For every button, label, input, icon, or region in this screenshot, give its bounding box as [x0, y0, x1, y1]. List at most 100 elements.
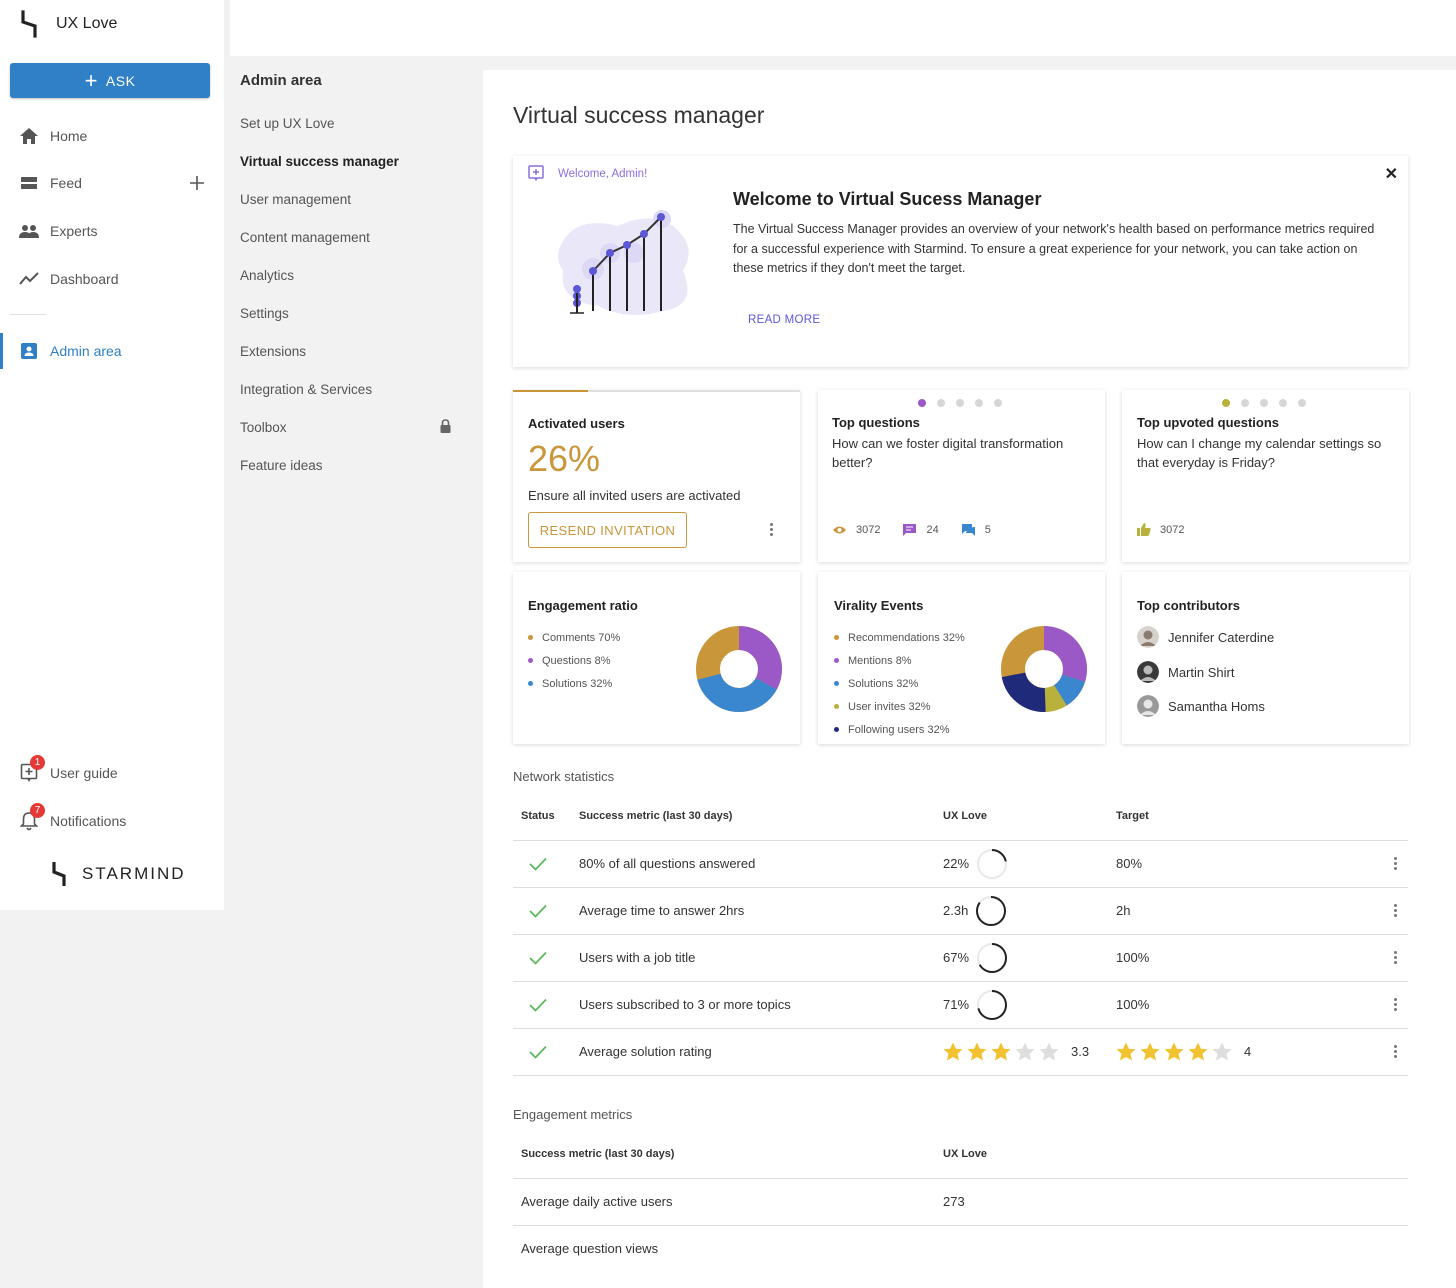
column-header-target: Target [1108, 793, 1408, 841]
legend-dot [528, 635, 533, 640]
column-header-ux-love: UX Love [935, 793, 1108, 841]
table-row[interactable]: Users subscribed to 3 or more topics 71% 1… [513, 981, 1408, 1029]
check-icon [529, 951, 547, 965]
carousel-dots[interactable] [1222, 399, 1306, 407]
subnav-feature-ideas[interactable]: Feature ideas [240, 458, 450, 473]
top-upvoted-title: Top upvoted questions [1137, 415, 1280, 430]
target-value: 80% [1116, 856, 1143, 871]
carousel-dot[interactable] [1279, 399, 1287, 407]
more-vert-icon[interactable] [1394, 902, 1398, 919]
nav-feed[interactable]: Feed [18, 168, 218, 198]
star-filled-icon [967, 1042, 987, 1061]
engagement-legend: Comments 70% Questions 8% Solutions 32% [528, 626, 620, 695]
more-vert-icon[interactable] [770, 521, 774, 538]
legend-dot [834, 658, 839, 663]
subnav-analytics[interactable]: Analytics [240, 268, 450, 283]
contributor-name: Martin Shirt [1168, 664, 1235, 680]
subnav-setup[interactable]: Set up UX Love [240, 116, 450, 131]
contributor-item[interactable]: Jennifer Caterdine [1137, 626, 1274, 648]
top-upvoted-card: Top upvoted questions How can I change m… [1122, 390, 1409, 562]
carousel-dot[interactable] [956, 399, 964, 407]
ux-love-cell: 22% [935, 840, 1108, 888]
question-stats: 3072 24 5 [832, 523, 1013, 537]
more-vert-icon[interactable] [1394, 949, 1398, 966]
more-vert-icon[interactable] [1394, 1043, 1398, 1060]
table-row[interactable]: Average question views [513, 1225, 1408, 1272]
app-brand[interactable]: UX Love [18, 10, 117, 38]
table-row[interactable]: Average daily active users 273 [513, 1178, 1408, 1226]
subnav-user-management[interactable]: User management [240, 192, 450, 207]
carousel-dot-active[interactable] [1222, 399, 1230, 407]
table-row[interactable]: 80% of all questions answered 22% 80% [513, 840, 1408, 888]
carousel-dot[interactable] [937, 399, 945, 407]
activated-desc: Ensure all invited users are activated [528, 488, 741, 503]
contributor-item[interactable]: Martin Shirt [1137, 661, 1234, 683]
close-icon[interactable]: ✕ [1385, 164, 1398, 184]
subnav-extensions[interactable]: Extensions [240, 344, 450, 359]
contributor-item[interactable]: Samantha Homs [1137, 695, 1265, 717]
carousel-dot[interactable] [1298, 399, 1306, 407]
top-questions-card: Top questions How can we foster digital … [818, 390, 1105, 562]
legend-item: Mentions 8% [834, 649, 965, 672]
nav-experts-label: Experts [50, 223, 98, 239]
target-value: 2h [1116, 903, 1131, 918]
legend-label: Questions 8% [542, 654, 611, 667]
value-cell [935, 1225, 1408, 1272]
page-title: Virtual success manager [513, 102, 765, 128]
activation-progress-fill [513, 390, 588, 392]
read-more-link[interactable]: READ MORE [748, 314, 820, 326]
guide-icon [528, 165, 544, 181]
nav-user-guide[interactable]: User guide [18, 758, 218, 788]
admin-icon [18, 340, 40, 362]
subnav-integration[interactable]: Integration & Services [240, 382, 450, 397]
column-header-ux-love: UX Love [935, 1131, 1408, 1179]
subnav-toolbox[interactable]: Toolbox [240, 419, 451, 435]
status-cell [513, 981, 571, 1029]
top-question-text[interactable]: How can we foster digital transformation… [832, 434, 1092, 472]
activation-progress-track [513, 390, 800, 392]
table-row[interactable]: Users with a job title 67% 100% [513, 934, 1408, 982]
active-indicator [0, 333, 3, 369]
status-cell [513, 934, 571, 982]
progress-ring-icon [976, 895, 1007, 926]
table-header-row: Success metric (last 30 days) UX Love [513, 1131, 1408, 1179]
nav-home-label: Home [50, 128, 88, 144]
nav-notifications[interactable]: Notifications [18, 806, 218, 836]
nav-home[interactable]: Home [18, 121, 218, 151]
ask-label: ASK [105, 72, 136, 89]
carousel-dots[interactable] [918, 399, 1002, 407]
target-cell: 2h [1108, 887, 1408, 935]
column-header-metric: Success metric (last 30 days) [571, 793, 935, 841]
add-feed-icon[interactable] [190, 176, 204, 190]
more-vert-icon[interactable] [1394, 855, 1398, 872]
carousel-dot[interactable] [1260, 399, 1268, 407]
table-row[interactable]: Average solution rating 3.3 4 [513, 1028, 1408, 1076]
carousel-dot-active[interactable] [918, 399, 926, 407]
nav-admin-label: Admin area [50, 343, 122, 359]
subnav-settings[interactable]: Settings [240, 306, 450, 321]
welcome-body: The Virtual Success Manager provides an … [733, 222, 1375, 275]
carousel-dot[interactable] [975, 399, 983, 407]
upvotes-count: 3072 [1160, 523, 1185, 536]
more-vert-icon[interactable] [1394, 996, 1398, 1013]
engagement-donut-chart [696, 626, 782, 712]
nav-admin-area[interactable]: Admin area [18, 336, 218, 366]
nav-experts[interactable]: Experts [18, 216, 218, 246]
value-cell: 273 [935, 1178, 1408, 1226]
carousel-dot[interactable] [1241, 399, 1249, 407]
ask-button[interactable]: + ASK [10, 63, 210, 98]
subnav-virtual-success-manager[interactable]: Virtual success manager [240, 154, 450, 169]
target-cell: 100% [1108, 934, 1408, 982]
nav-dashboard[interactable]: Dashboard [18, 264, 218, 294]
welcome-card: Welcome, Admin! ✕ Welcome to Virtual Suc… [513, 156, 1408, 367]
notifications-label: Notifications [50, 813, 127, 829]
top-upvoted-text[interactable]: How can I change my calendar settings so… [1137, 434, 1397, 472]
table-row[interactable]: Average time to answer 2hrs 2.3h 2h [513, 887, 1408, 935]
legend-dot [528, 681, 533, 686]
resend-invitation-button[interactable]: RESEND INVITATION [528, 512, 687, 548]
comments-count: 24 [926, 524, 939, 536]
carousel-dot[interactable] [994, 399, 1002, 407]
metric-cell: 80% of all questions answered [571, 840, 935, 888]
target-rating-value: 4 [1244, 1044, 1252, 1059]
subnav-content-management[interactable]: Content management [240, 230, 450, 245]
